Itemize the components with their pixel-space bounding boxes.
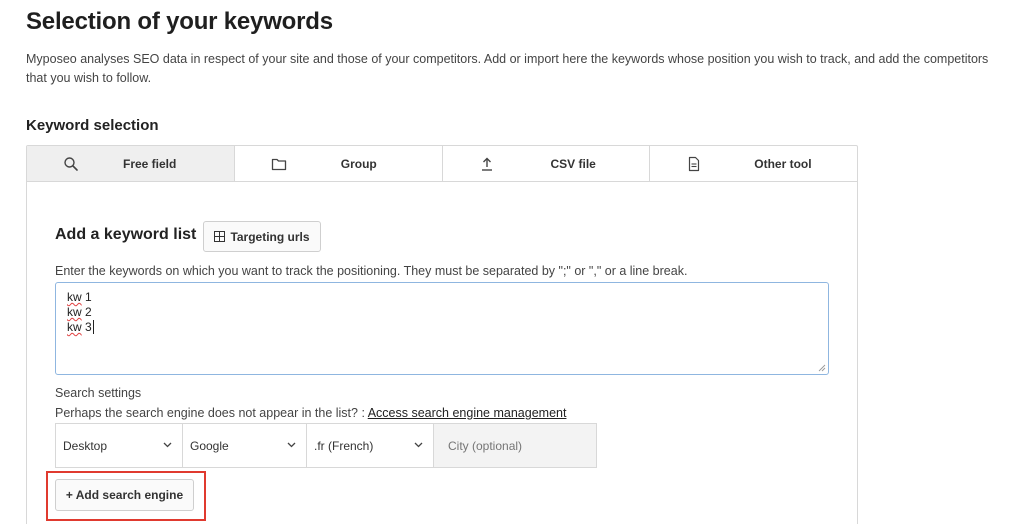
tab-group[interactable]: Group: [235, 146, 443, 181]
keyword-selection-title: Keyword selection: [26, 117, 159, 134]
search-icon: [64, 157, 78, 171]
keyword-line: kw 2: [67, 305, 817, 320]
upload-icon: [481, 157, 492, 171]
tab-label: Group: [340, 157, 377, 171]
page-intro: Myposeo analyses SEO data in respect of …: [26, 52, 989, 85]
device-select[interactable]: Desktop: [56, 424, 183, 467]
search-engine-management-link[interactable]: Access search engine management: [368, 406, 567, 420]
resize-grip-icon[interactable]: [818, 364, 826, 372]
document-icon: [689, 156, 700, 172]
keyword-number: 2: [85, 305, 92, 319]
folder-icon: [271, 158, 286, 171]
engine-value: Google: [190, 438, 229, 453]
keyword-word: kw: [67, 305, 82, 319]
tab-label: CSV file: [550, 157, 596, 171]
chevron-down-icon: [163, 442, 172, 448]
tab-csv-file[interactable]: CSV file: [443, 146, 651, 181]
targeting-urls-button[interactable]: Targeting urls: [203, 221, 321, 252]
keyword-word: kw: [67, 320, 82, 334]
search-settings-hint: Perhaps the search engine does not appea…: [55, 406, 566, 420]
keyword-source-tabs: Free field Group CSV file Other tool: [26, 145, 858, 182]
hint-text: Perhaps the search engine does not appea…: [55, 406, 368, 420]
search-settings-label: Search settings: [55, 386, 142, 400]
tab-other-tool[interactable]: Other tool: [650, 146, 857, 181]
chevron-down-icon: [287, 442, 296, 448]
keyword-list-textarea[interactable]: kw 1 kw 2 kw 3: [55, 282, 829, 375]
add-search-engine-button[interactable]: + Add search engine: [55, 479, 194, 511]
grid-icon: [214, 231, 226, 242]
keyword-number: 3: [85, 320, 92, 334]
tab-free-field[interactable]: Free field: [27, 146, 235, 181]
search-engine-row: Desktop Google .fr (French): [55, 423, 597, 468]
targeting-urls-label: Targeting urls: [230, 229, 310, 244]
keyword-word: kw: [67, 290, 82, 304]
keyword-instructions: Enter the keywords on which you want to …: [55, 264, 688, 278]
keyword-line: kw 3: [67, 320, 817, 335]
tab-label: Free field: [123, 157, 177, 171]
locale-select[interactable]: .fr (French): [307, 424, 434, 467]
device-value: Desktop: [63, 438, 108, 453]
engine-select[interactable]: Google: [183, 424, 307, 467]
chevron-down-icon: [414, 442, 423, 448]
keyword-line: kw 1: [67, 290, 817, 305]
city-input[interactable]: [434, 424, 596, 467]
keyword-number: 1: [85, 290, 92, 304]
tab-label: Other tool: [754, 157, 812, 171]
add-keyword-list-title: Add a keyword list: [55, 226, 197, 243]
locale-value: .fr (French): [314, 438, 374, 453]
page-title: Selection of your keywords: [26, 8, 333, 35]
